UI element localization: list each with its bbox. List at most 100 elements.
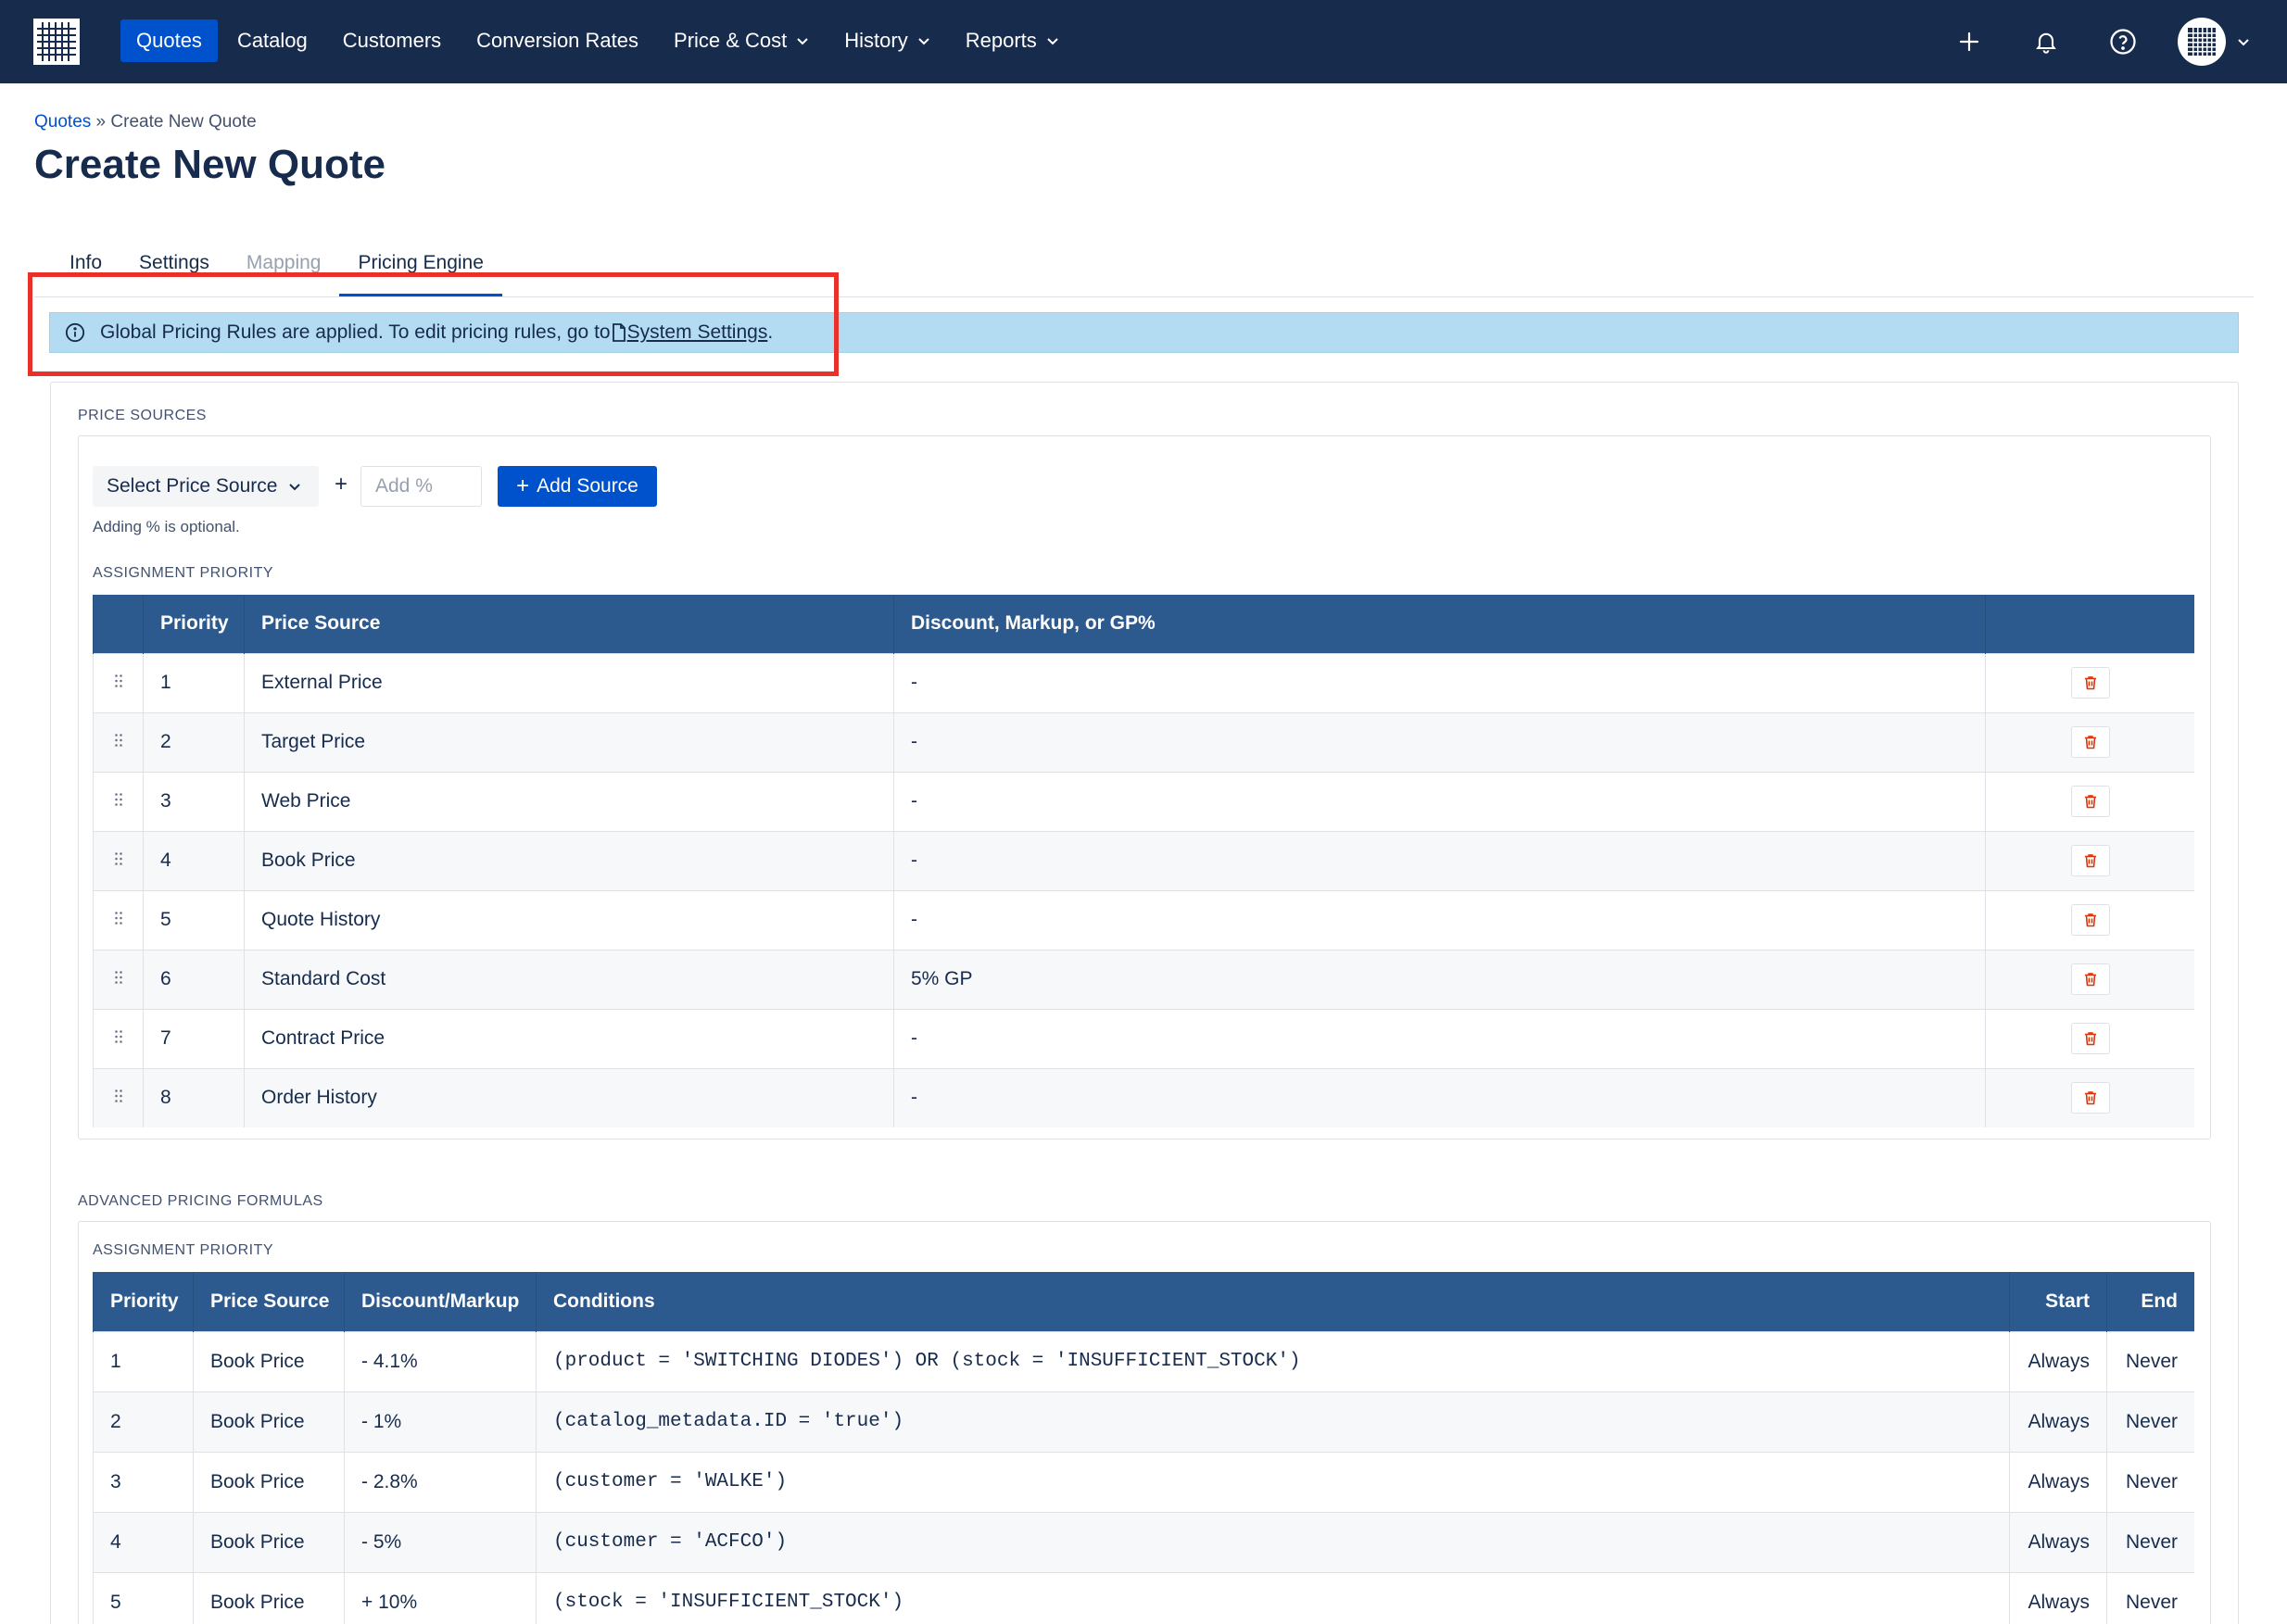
helper-text: Adding % is optional. bbox=[93, 518, 240, 535]
price-source-cell: Contract Price bbox=[244, 1008, 894, 1068]
breadcrumb-link-quotes[interactable]: Quotes bbox=[34, 112, 91, 132]
nav-item-history[interactable]: History bbox=[828, 19, 945, 62]
nav-item-customers[interactable]: Customers bbox=[327, 19, 457, 62]
discount-markup-cell: - 5% bbox=[344, 1511, 537, 1572]
price-source-cell: Book Price bbox=[193, 1451, 345, 1512]
drag-handle-icon[interactable] bbox=[114, 1089, 123, 1103]
delete-button[interactable] bbox=[2070, 1023, 2110, 1054]
nav-actions bbox=[1917, 17, 2250, 67]
column-header-end: End bbox=[2106, 1272, 2194, 1331]
user-menu[interactable] bbox=[2178, 18, 2250, 66]
delete-button[interactable] bbox=[2070, 904, 2110, 936]
discount-markup-cell: - 1% bbox=[344, 1391, 537, 1452]
drag-cell[interactable] bbox=[93, 949, 144, 1009]
trash-icon bbox=[2084, 973, 2096, 987]
column-header-priority: Priority bbox=[143, 595, 245, 653]
avatar[interactable] bbox=[2178, 18, 2226, 66]
delete-button[interactable] bbox=[2070, 726, 2110, 758]
adjustment-cell: - bbox=[893, 711, 1986, 772]
actions-cell bbox=[1985, 1008, 2194, 1068]
price-source-cell: External Price bbox=[244, 652, 894, 712]
start-cell: Always bbox=[2009, 1330, 2107, 1391]
drag-handle-icon[interactable] bbox=[114, 733, 123, 748]
discount-markup-cell: - 2.8% bbox=[344, 1451, 537, 1512]
adjustment-cell: - bbox=[893, 1067, 1986, 1127]
drag-cell[interactable] bbox=[93, 1067, 144, 1127]
delete-button[interactable] bbox=[2070, 1082, 2110, 1114]
breadcrumb: Quotes » Create New Quote bbox=[34, 112, 257, 132]
drag-cell[interactable] bbox=[93, 652, 144, 712]
add-source-label: Add Source bbox=[537, 475, 638, 497]
drag-cell[interactable] bbox=[93, 830, 144, 890]
delete-button[interactable] bbox=[2070, 667, 2110, 699]
nav-item-catalog[interactable]: Catalog bbox=[221, 19, 323, 62]
priority-cell: 1 bbox=[143, 652, 245, 712]
price-source-cell: Book Price bbox=[193, 1330, 345, 1391]
price-source-cell: Book Price bbox=[193, 1511, 345, 1572]
nav-item-label: History bbox=[844, 29, 908, 52]
nav-item-label: Reports bbox=[965, 29, 1037, 52]
priority-cell: 5 bbox=[143, 889, 245, 950]
table-row: 2 Target Price - bbox=[93, 711, 2194, 772]
start-cell: Always bbox=[2009, 1511, 2107, 1572]
actions-cell bbox=[1985, 711, 2194, 772]
delete-button[interactable] bbox=[2070, 845, 2110, 876]
add-source-button[interactable]: + Add Source bbox=[498, 466, 657, 507]
column-header-actions bbox=[1985, 595, 2194, 653]
drag-handle-icon[interactable] bbox=[114, 851, 123, 866]
priority-cell: 8 bbox=[143, 1067, 245, 1127]
trash-icon bbox=[2084, 913, 2096, 927]
drag-handle-icon[interactable] bbox=[114, 970, 123, 985]
conditions-cell: (customer = 'WALKE') bbox=[536, 1451, 2010, 1512]
end-cell: Never bbox=[2106, 1391, 2194, 1452]
priority-cell: 6 bbox=[143, 949, 245, 1009]
start-cell: Always bbox=[2009, 1571, 2107, 1624]
nav-item-price-cost[interactable]: Price & Cost bbox=[658, 19, 825, 62]
chevron-down-icon bbox=[1047, 38, 1058, 45]
end-cell: Never bbox=[2106, 1571, 2194, 1624]
plus-separator: + bbox=[335, 472, 348, 497]
drag-cell[interactable] bbox=[93, 711, 144, 772]
nav-item-quotes[interactable]: Quotes bbox=[120, 19, 218, 62]
price-source-cell: Target Price bbox=[244, 711, 894, 772]
bell-icon[interactable] bbox=[2021, 17, 2071, 67]
priority-cell: 2 bbox=[143, 711, 245, 772]
drag-handle-icon[interactable] bbox=[114, 1029, 123, 1044]
chevron-down-icon bbox=[289, 484, 301, 491]
adjustment-cell: - bbox=[893, 652, 1986, 712]
table-row: 1 External Price - bbox=[93, 652, 2194, 712]
plus-icon: + bbox=[516, 473, 530, 498]
drag-handle-icon[interactable] bbox=[114, 911, 123, 925]
column-header-conditions: Conditions bbox=[536, 1272, 2010, 1331]
delete-button[interactable] bbox=[2070, 963, 2110, 995]
nav-item-conversion-rates[interactable]: Conversion Rates bbox=[461, 19, 654, 62]
help-icon[interactable] bbox=[2098, 17, 2148, 67]
nav-item-label: Conversion Rates bbox=[476, 29, 639, 52]
drag-handle-icon[interactable] bbox=[114, 792, 123, 807]
actions-cell bbox=[1985, 1067, 2194, 1127]
plus-icon[interactable] bbox=[1944, 17, 1994, 67]
drag-cell[interactable] bbox=[93, 889, 144, 950]
drag-handle-icon[interactable] bbox=[114, 674, 123, 688]
actions-cell bbox=[1985, 949, 2194, 1009]
table-row: 3 Book Price - 2.8% (customer = 'WALKE') Alw… bbox=[93, 1451, 2194, 1512]
add-percent-input[interactable] bbox=[360, 466, 482, 507]
discount-markup-cell: + 10% bbox=[344, 1571, 537, 1624]
column-header-price-source: Price Source bbox=[244, 595, 894, 653]
adjustment-cell: - bbox=[893, 830, 1986, 890]
end-cell: Never bbox=[2106, 1451, 2194, 1512]
price-source-select[interactable]: Select Price Source bbox=[93, 466, 319, 507]
drag-cell[interactable] bbox=[93, 771, 144, 831]
nav-item-reports[interactable]: Reports bbox=[950, 19, 1075, 62]
actions-cell bbox=[1985, 830, 2194, 890]
trash-icon bbox=[2084, 736, 2096, 749]
table-row: 1 Book Price - 4.1% (product = 'SWITCHING D… bbox=[93, 1330, 2194, 1391]
conditions-cell: (stock = 'INSUFFICIENT_STOCK') bbox=[536, 1571, 2010, 1624]
table-header-row: Priority Price Source Discount, Markup, … bbox=[93, 595, 2194, 653]
delete-button[interactable] bbox=[2070, 786, 2110, 817]
drag-cell[interactable] bbox=[93, 1008, 144, 1068]
table-row: 4 Book Price - 5% (customer = 'ACFCO') Alway… bbox=[93, 1511, 2194, 1572]
discount-markup-cell: - 4.1% bbox=[344, 1330, 537, 1391]
price-source-cell: Quote History bbox=[244, 889, 894, 950]
app-logo-icon[interactable] bbox=[33, 19, 80, 65]
